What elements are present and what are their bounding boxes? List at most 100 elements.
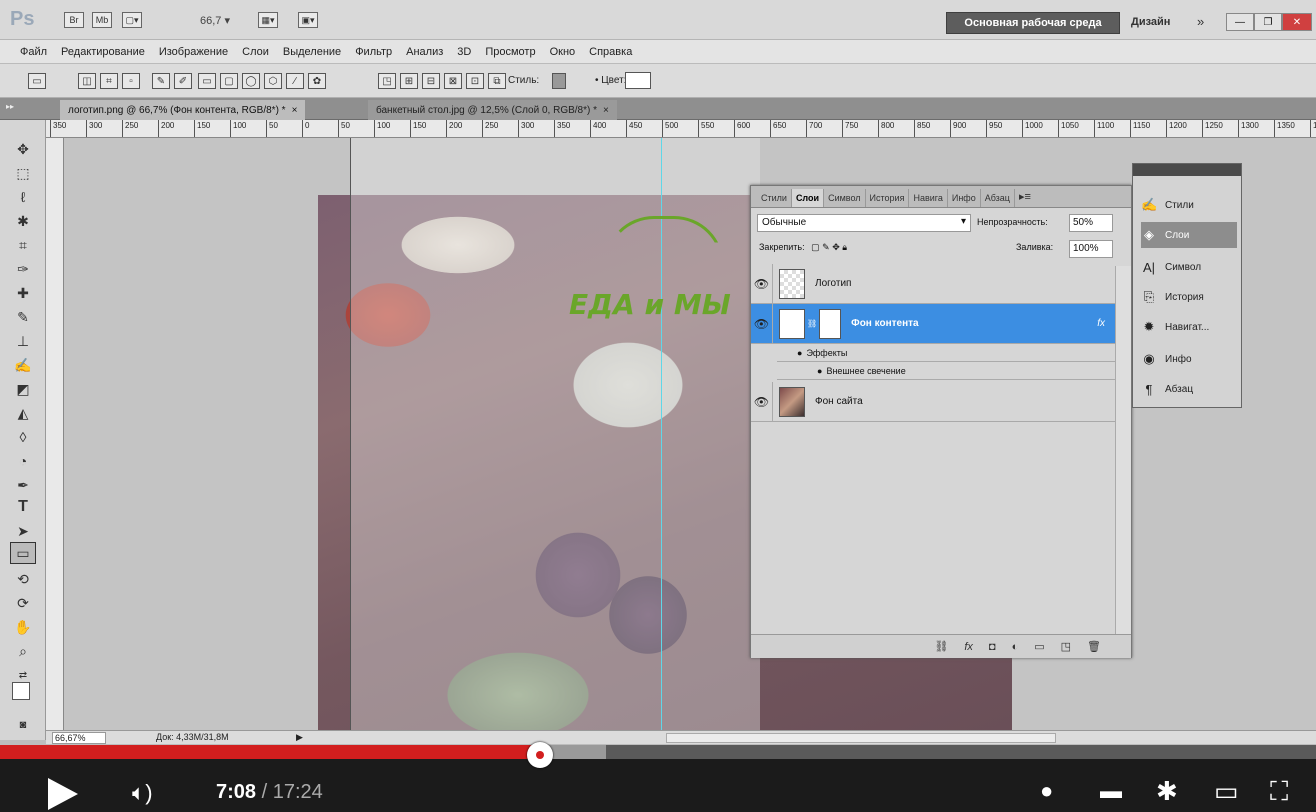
menu-window[interactable]: Окно — [550, 46, 576, 58]
tab-history[interactable]: История — [866, 189, 910, 207]
3d-orbit-tool-icon[interactable]: ⟳ — [10, 592, 36, 614]
3d-rotate-tool-icon[interactable]: ⟲ — [10, 568, 36, 590]
custom-shape-icon[interactable]: ✿ — [308, 73, 326, 89]
layer-row-site-background[interactable]: 👁︎ Фон сайта — [751, 381, 1115, 422]
dock-item-navigator[interactable]: ✹ Навигат... — [1141, 314, 1237, 340]
close-button[interactable]: ✕ — [1282, 13, 1312, 31]
lock-image-icon[interactable]: ✎ — [822, 242, 830, 252]
dock-item-character[interactable]: A| Символ — [1141, 254, 1237, 280]
tab-character[interactable]: Символ — [824, 189, 866, 207]
zoom-tool-icon[interactable]: ⌕ — [10, 640, 36, 662]
tab-navigator[interactable]: Навига — [909, 189, 948, 207]
paths-icon[interactable]: ⌗ — [100, 73, 118, 89]
lock-all-icon[interactable]: 🔒︎ — [842, 242, 847, 252]
fill-pixels-icon[interactable]: ▫ — [122, 73, 140, 89]
quick-selection-tool-icon[interactable]: ✱ — [10, 210, 36, 232]
menu-help[interactable]: Справка — [589, 46, 632, 58]
history-brush-tool-icon[interactable]: ✍ — [10, 354, 36, 376]
settings-gear-icon[interactable]: ✱ — [1156, 776, 1178, 807]
close-tab-icon[interactable]: × — [603, 105, 609, 116]
zoom-level-display[interactable]: 66,7 ▾ — [200, 14, 230, 27]
tab-styles[interactable]: Стили — [757, 189, 792, 207]
crop-tool-icon[interactable]: ⌗ — [10, 234, 36, 256]
view-extras-icon[interactable]: ▢▾ — [122, 12, 142, 28]
adjustment-layer-icon[interactable]: ◐ — [1012, 641, 1019, 653]
watch-later-icon[interactable]: ● — [1040, 778, 1053, 804]
horizontal-scrollbar[interactable] — [666, 733, 1056, 743]
dock-item-styles[interactable]: ✍ Стили — [1141, 192, 1237, 218]
dock-item-info[interactable]: ◉ Инфо — [1141, 346, 1237, 372]
document-info[interactable]: Док: 4,33M/31,8M — [156, 732, 229, 742]
arrange-documents-icon[interactable]: ▦▾ — [258, 12, 278, 28]
brush-tool-icon[interactable]: ✎ — [10, 306, 36, 328]
ellipse-icon[interactable]: ◯ — [242, 73, 260, 89]
layer-row-logo[interactable]: 👁︎ Логотип — [751, 263, 1115, 304]
paint-bucket-tool-icon[interactable]: ◭ — [10, 402, 36, 424]
more-workspaces-button[interactable]: » — [1197, 14, 1204, 29]
visibility-eye-icon[interactable]: 👁︎ — [751, 381, 773, 422]
effects-row[interactable]: ● Эффекты — [777, 344, 1115, 362]
blend-mode-select[interactable]: Обычные ▾ — [757, 214, 971, 232]
collapse-panel-icon[interactable]: ▸▸ — [6, 102, 36, 112]
volume-icon[interactable]: 🔈︎) — [132, 780, 153, 806]
panel-menu-icon[interactable]: ▸≡ — [1015, 186, 1035, 207]
zoom-field[interactable]: 66,67% — [52, 732, 106, 744]
tool-preset-icon[interactable]: ▭ — [28, 73, 46, 89]
layer-mask-thumbnail[interactable] — [819, 308, 842, 339]
add-to-shape-icon[interactable]: ⊞ — [400, 73, 418, 89]
fullscreen-icon[interactable]: ⛶ — [1270, 776, 1288, 808]
workspace-button[interactable]: Основная рабочая среда — [946, 12, 1120, 34]
menu-image[interactable]: Изображение — [159, 46, 228, 58]
new-shape-layer-icon[interactable]: ◳ — [378, 73, 396, 89]
dodge-tool-icon[interactable]: ◔ — [10, 450, 36, 472]
tab-logo-document[interactable]: логотип.png @ 66,7% (Фон контента, RGB/8… — [60, 100, 306, 120]
link-layer-style-icon[interactable]: ⧉ — [488, 73, 506, 89]
progress-scrubber-handle[interactable] — [526, 742, 553, 768]
screen-mode-icon[interactable]: ▣▾ — [298, 12, 318, 28]
dock-item-layers[interactable]: ◈ Слои — [1141, 222, 1237, 248]
pen-tool-icon[interactable]: ✒ — [10, 474, 36, 496]
menu-layers[interactable]: Слои — [242, 46, 269, 58]
shape-layers-icon[interactable]: ◫ — [78, 73, 96, 89]
tab-layers[interactable]: Слои — [791, 189, 825, 207]
close-tab-icon[interactable]: × — [292, 105, 298, 116]
tab-paragraph[interactable]: Абзац — [981, 189, 1015, 207]
visibility-eye-icon[interactable]: 👁︎ — [751, 263, 773, 304]
move-tool-icon[interactable]: ✥ — [10, 138, 36, 160]
tab-info[interactable]: Инфо — [948, 189, 981, 207]
new-layer-icon[interactable]: ◳ — [1061, 640, 1071, 653]
menu-3d[interactable]: 3D — [457, 46, 471, 58]
dock-item-paragraph[interactable]: ¶ Абзац — [1141, 376, 1237, 402]
mask-link-icon[interactable]: ⛓ — [807, 319, 817, 328]
rectangle-tool-icon[interactable]: ▭ — [10, 542, 36, 564]
freeform-pen-icon[interactable]: ✐ — [174, 73, 192, 89]
intersect-shape-icon[interactable]: ⊠ — [444, 73, 462, 89]
effects-eye-icon[interactable]: ● — [797, 348, 802, 358]
minimize-button[interactable]: — — [1226, 13, 1254, 31]
menu-view[interactable]: Просмотр — [485, 46, 535, 58]
color-swatch[interactable] — [625, 72, 651, 89]
rectangle-icon[interactable]: ▭ — [198, 73, 216, 89]
new-group-icon[interactable]: ▭ — [1034, 640, 1044, 653]
blur-tool-icon[interactable]: ◊ — [10, 426, 36, 448]
opacity-field[interactable]: 50% — [1069, 214, 1113, 232]
effect-row-outer-glow[interactable]: ● Внешнее свечение — [777, 362, 1115, 380]
delete-layer-icon[interactable]: 🗑︎ — [1087, 640, 1101, 653]
clone-stamp-tool-icon[interactable]: ⊥ — [10, 330, 36, 352]
eraser-tool-icon[interactable]: ◩ — [10, 378, 36, 400]
subtract-shape-icon[interactable]: ⊟ — [422, 73, 440, 89]
link-layers-icon[interactable]: ⛓ — [934, 640, 948, 653]
foreground-color-swatch[interactable] — [12, 682, 30, 700]
layer-row-content-background[interactable]: 👁︎ ⛓ Фон контента fx — [751, 303, 1115, 344]
effect-eye-icon[interactable]: ● — [817, 366, 822, 376]
menu-edit[interactable]: Редактирование — [61, 46, 145, 58]
type-tool-icon[interactable]: T — [10, 496, 36, 518]
exclude-shape-icon[interactable]: ⊡ — [466, 73, 484, 89]
style-swatch[interactable] — [552, 73, 566, 89]
layers-scrollbar[interactable] — [1115, 266, 1131, 634]
healing-brush-tool-icon[interactable]: ✚ — [10, 282, 36, 304]
bridge-icon[interactable]: Br — [64, 12, 84, 28]
add-layer-style-icon[interactable]: fx — [964, 641, 973, 653]
dock-item-history[interactable]: ⎘ История — [1141, 284, 1237, 310]
path-selection-tool-icon[interactable]: ➤ — [10, 520, 36, 542]
